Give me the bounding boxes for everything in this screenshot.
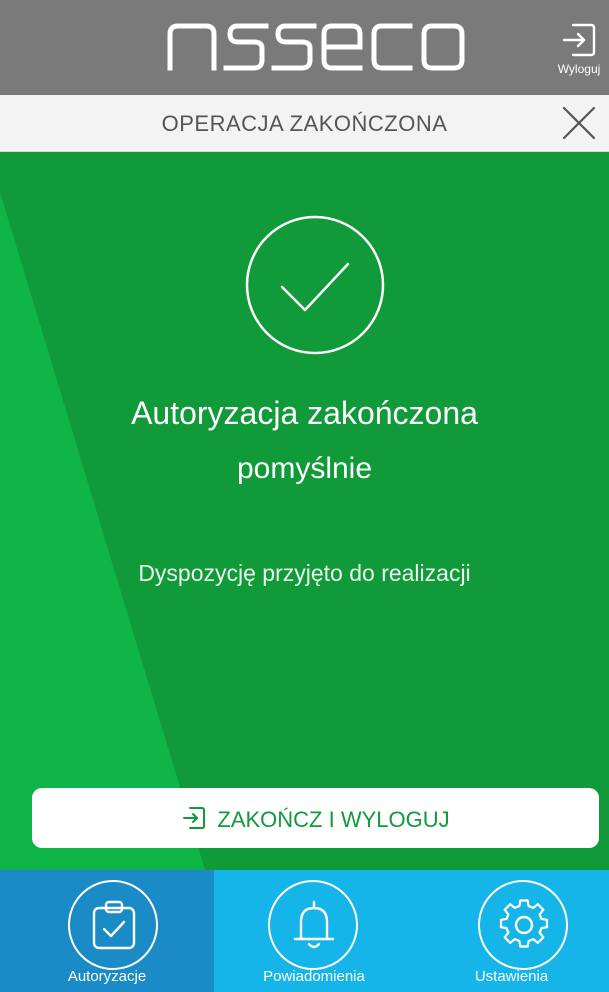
success-check-icon	[245, 215, 385, 355]
nav-label-autoryzacje: Autoryzacje	[67, 968, 147, 985]
clipboard-check-icon	[92, 900, 136, 950]
bottom-navigation: Autoryzacje Powiadomienia Ustawienia	[0, 870, 609, 992]
logout-icon	[183, 807, 206, 830]
finish-button-label: ZAKOŃCZ I WYLOGUJ	[217, 807, 450, 833]
nav-icon-circle	[268, 880, 358, 970]
nav-icon-circle	[68, 880, 158, 970]
nav-item-powiadomienia[interactable]: Powiadomienia	[214, 870, 414, 992]
nav-icon-circle	[478, 880, 568, 970]
logout-label: Wyloguj	[557, 62, 601, 76]
title-bar: OPERACJA ZAKOŃCZONA	[0, 95, 609, 152]
top-header: Wyloguj	[0, 0, 609, 95]
asseco-logo	[167, 23, 465, 71]
success-headline-emphasis: pomyślnie	[236, 452, 373, 485]
nav-item-autoryzacje[interactable]: Autoryzacje	[0, 870, 214, 992]
bell-icon	[293, 900, 335, 949]
nav-label-powiadomienia: Powiadomienia	[263, 968, 365, 985]
success-headline: Autoryzacja zakończona	[131, 395, 478, 431]
success-panel: Autoryzacja zakończona pomyślnie Dyspozy…	[0, 152, 609, 870]
finish-and-logout-button[interactable]: ZAKOŃCZ I WYLOGUJ	[32, 788, 599, 848]
page-title: OPERACJA ZAKOŃCZONA	[161, 111, 448, 136]
nav-label-ustawienia: Ustawienia	[474, 968, 549, 985]
logout-button[interactable]: Wyloguj	[549, 22, 609, 88]
close-icon[interactable]	[561, 105, 597, 141]
success-subtext: Dyspozycję przyjęto do realizacji	[138, 560, 471, 586]
gear-icon	[499, 899, 549, 948]
logout-icon	[562, 23, 596, 57]
app-screen: Wyloguj OPERACJA ZAKOŃCZONA Autoryzacja …	[0, 0, 609, 992]
nav-item-ustawienia[interactable]: Ustawienia	[414, 870, 609, 992]
